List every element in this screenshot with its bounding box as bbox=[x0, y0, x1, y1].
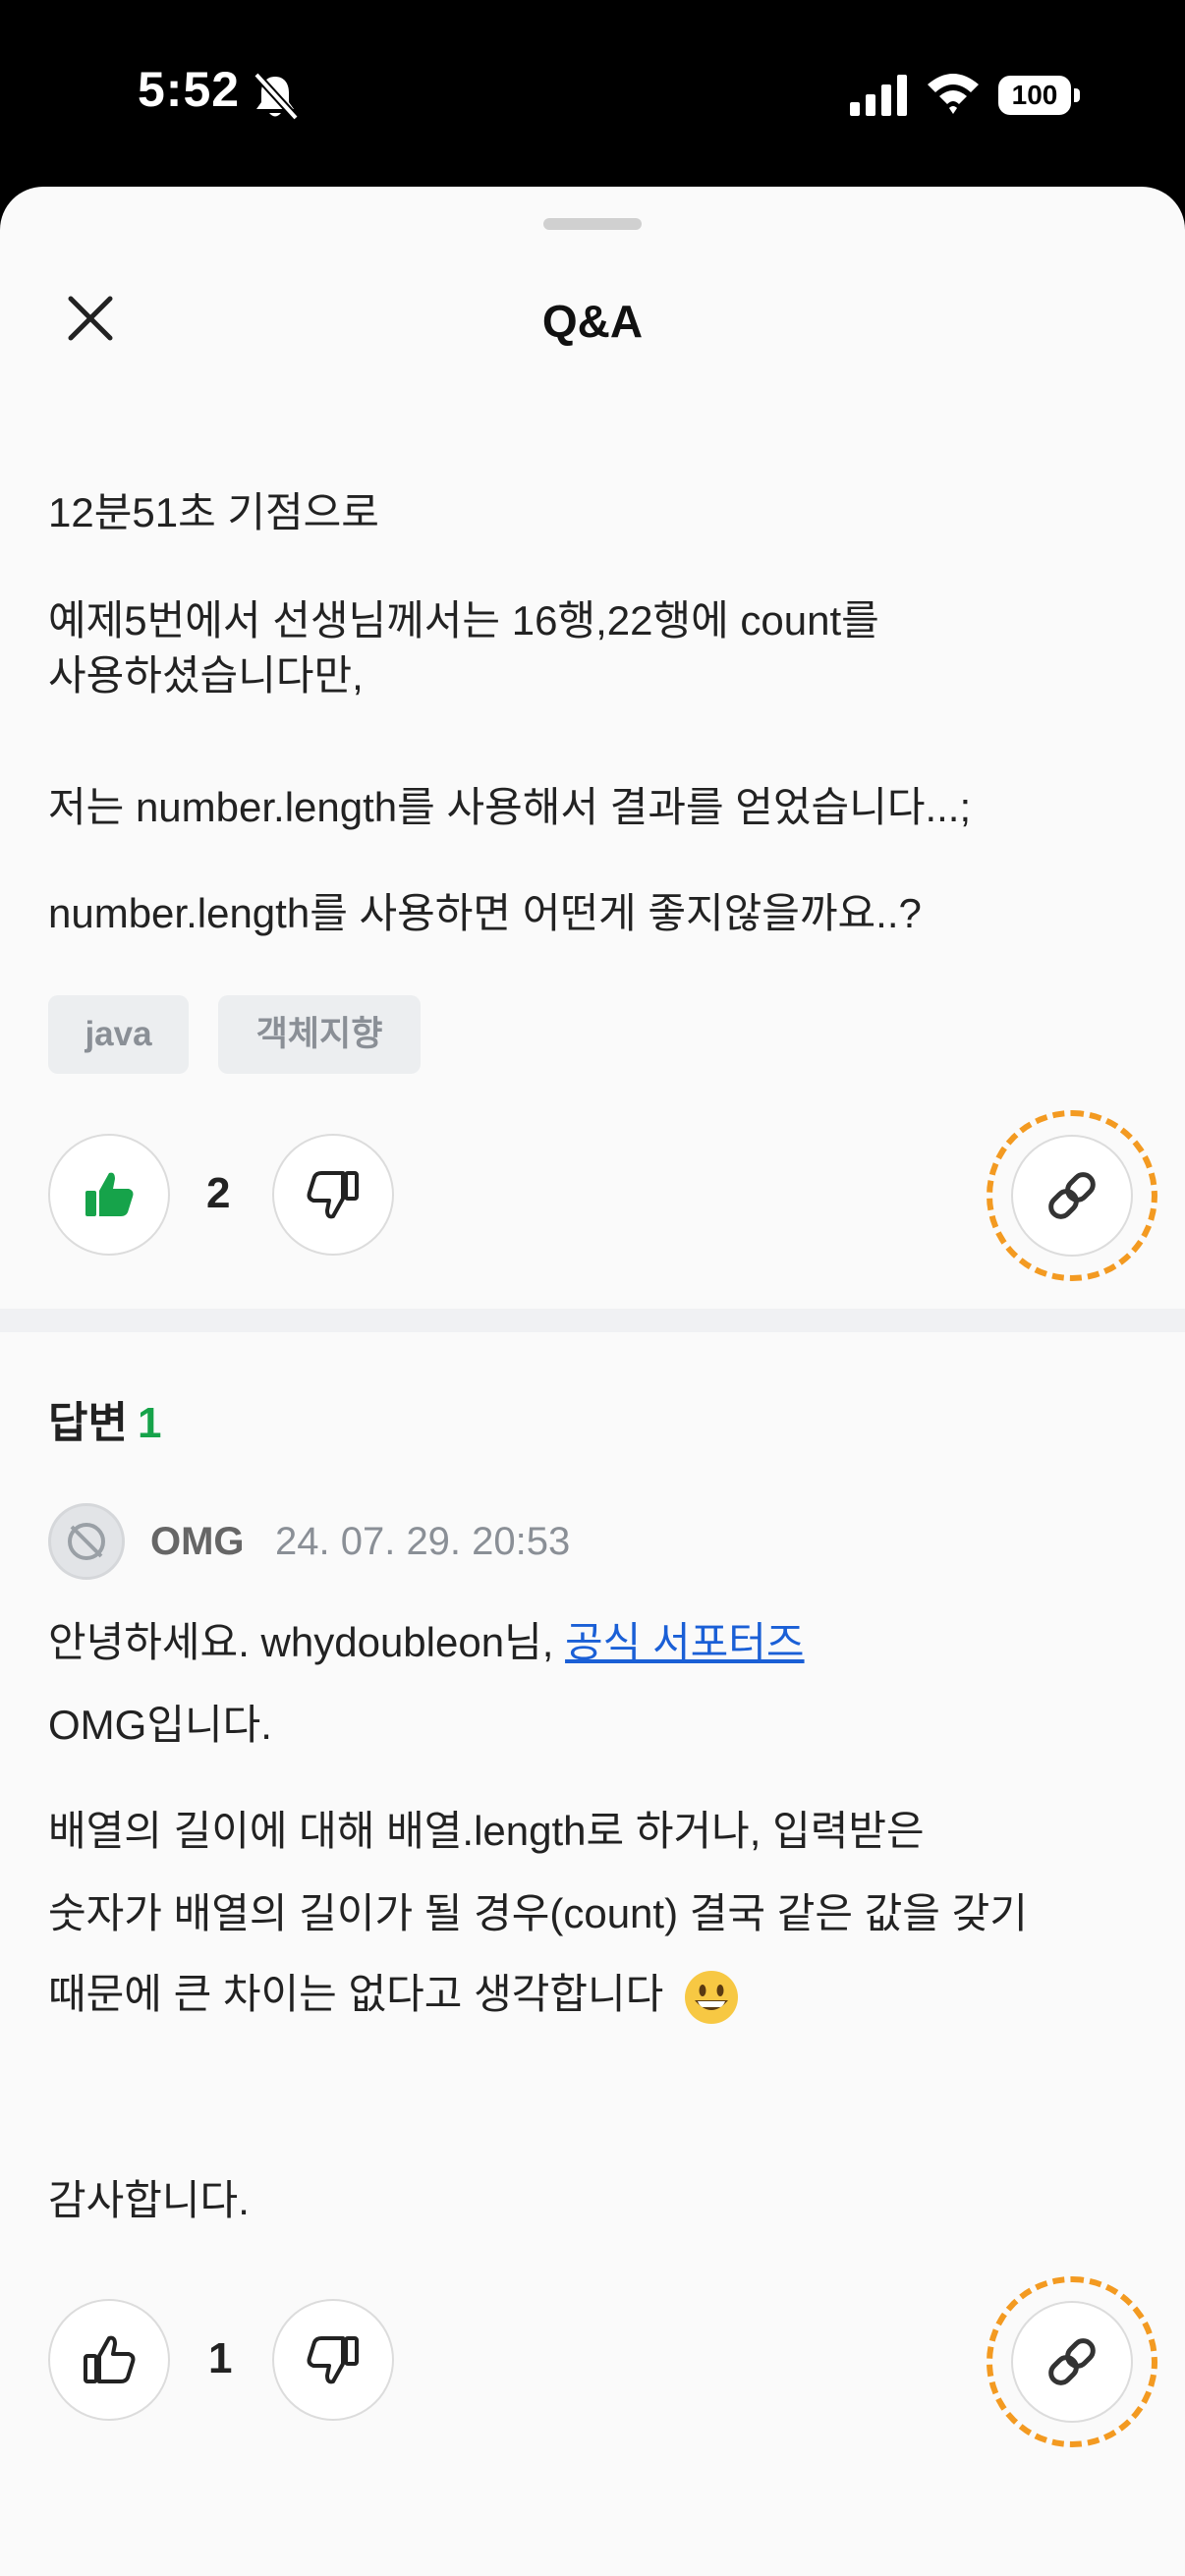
answer-text-line: 배열의 길이에 대해 배열.length로 하거나, 입력받은 bbox=[48, 1808, 925, 1854]
answer-greeting-line: 안녕하세요. whydoubleon님, 공식 서포터즈 bbox=[48, 1615, 1168, 1670]
grinning-face-icon bbox=[684, 1970, 738, 2024]
answers-header: 답변 1 bbox=[48, 1387, 161, 1450]
thumbs-down-icon bbox=[307, 2336, 359, 2384]
avatar-placeholder-icon bbox=[68, 1523, 105, 1560]
question-text-line: number.length를 사용하면 어떤게 좋지않을까요..? bbox=[48, 890, 922, 936]
page-title: Q&A bbox=[541, 296, 644, 347]
sheet-grabber[interactable] bbox=[543, 218, 642, 230]
link-icon bbox=[1048, 1172, 1096, 1219]
avatar[interactable] bbox=[48, 1503, 125, 1580]
battery-level: 100 bbox=[998, 76, 1071, 115]
tag-java[interactable]: java bbox=[48, 995, 189, 1074]
answer-dislike-button[interactable] bbox=[272, 2299, 394, 2421]
answers-count: 1 bbox=[137, 1399, 162, 1447]
bell-muted-icon bbox=[254, 72, 299, 121]
battery-indicator: 100 bbox=[998, 76, 1081, 117]
answer-like-count: 1 bbox=[208, 2334, 233, 2382]
qa-sheet: Q&A 12분51초 기점으로 예제5번에서 선생님께서는 16행,22행에 c… bbox=[0, 187, 1185, 2576]
section-divider bbox=[0, 1309, 1185, 1332]
question-dislike-button[interactable] bbox=[272, 1134, 394, 1256]
question-like-button[interactable] bbox=[48, 1134, 170, 1256]
answers-label: 답변 bbox=[48, 1399, 128, 1447]
status-bar: 5:52 100 bbox=[0, 0, 1185, 187]
thumbs-down-icon bbox=[307, 1171, 359, 1219]
tag-oop[interactable]: 객체지향 bbox=[218, 995, 421, 1074]
answer-author[interactable]: OMG bbox=[150, 1520, 245, 1564]
question-copy-link-button[interactable] bbox=[1011, 1135, 1133, 1257]
link-icon bbox=[1048, 2338, 1096, 2385]
answer-greeting-prefix: 안녕하세요. whydoubleon님, bbox=[48, 1619, 566, 1665]
answer-text-line: 숫자가 배열의 길이가 될 경우(count) 결국 같은 값을 갖기 bbox=[48, 1890, 1028, 1936]
answer-text-fragment: 때문에 큰 차이는 없다고 생각합니다 bbox=[48, 1971, 664, 2017]
answer-like-button[interactable] bbox=[48, 2299, 170, 2421]
official-supporters-link[interactable]: 공식 서포터즈 bbox=[565, 1619, 805, 1665]
thumbs-up-filled-icon bbox=[85, 1172, 134, 1216]
question-text-line: 12분51초 기점으로 bbox=[48, 489, 379, 535]
question-text-line: 사용하셨습니다만, bbox=[48, 652, 364, 699]
status-time: 5:52 bbox=[138, 62, 241, 117]
answer-date: 24. 07. 29. 20:53 bbox=[275, 1520, 571, 1563]
cellular-signal-icon bbox=[850, 75, 907, 116]
battery-cap bbox=[1074, 88, 1080, 102]
answer-text-line: 때문에 큰 차이는 없다고 생각합니다 bbox=[48, 1967, 1168, 2026]
answer-closing: 감사합니다. bbox=[48, 2177, 250, 2223]
question-like-count: 2 bbox=[206, 1169, 231, 1217]
answer-text-line: OMG입니다. bbox=[48, 1702, 272, 1748]
wifi-icon bbox=[928, 74, 979, 114]
thumbs-up-icon bbox=[84, 2335, 136, 2383]
answer-copy-link-button[interactable] bbox=[1011, 2301, 1133, 2423]
question-text-line: 예제5번에서 선생님께서는 16행,22행에 count를 bbox=[48, 597, 879, 644]
question-text-line: 저는 number.length를 사용해서 결과를 얻었습니다...; bbox=[48, 784, 972, 830]
